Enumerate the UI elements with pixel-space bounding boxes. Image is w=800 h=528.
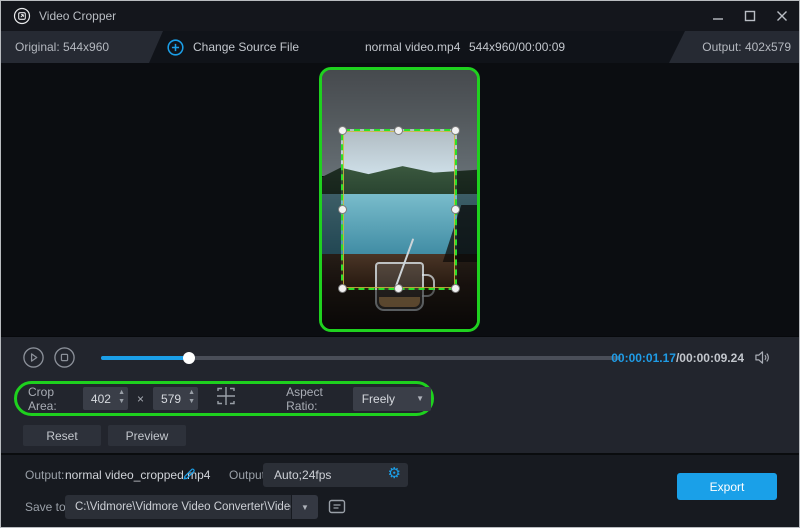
window-title: Video Cropper <box>39 9 117 23</box>
crop-handle-se[interactable] <box>451 284 460 293</box>
minimize-icon[interactable] <box>711 9 725 23</box>
info-bar: Original: 544x960 Change Source File nor… <box>1 31 799 63</box>
save-path-dropdown[interactable]: ▼ <box>292 495 318 519</box>
crop-handle-n[interactable] <box>394 126 403 135</box>
change-source-label: Change Source File <box>193 40 300 54</box>
seek-progress <box>101 356 189 360</box>
spin-down-icon[interactable]: ▼ <box>188 397 195 406</box>
output-panel: Output: normal video_cropped.mp4 Output:… <box>1 453 799 527</box>
original-size-tab: Original: 544x960 <box>1 31 163 63</box>
save-to-label: Save to: <box>25 500 70 514</box>
time-display: 00:00:01.17/00:00:09.24 <box>611 337 744 379</box>
open-folder-icon[interactable] <box>327 497 347 520</box>
source-filename: normal video.mp4 <box>365 40 461 54</box>
crop-handle-ne[interactable] <box>451 126 460 135</box>
preview-button[interactable]: Preview <box>108 425 186 446</box>
format-value: Auto;24fps <box>274 468 332 482</box>
format-select[interactable]: Auto;24fps ⚙ <box>263 463 408 487</box>
current-time: 00:00:01.17 <box>611 351 676 365</box>
crop-height-stepper: ▲ ▼ <box>153 387 199 410</box>
export-button[interactable]: Export <box>677 473 777 500</box>
gear-icon[interactable]: ⚙ <box>388 464 401 482</box>
chevron-down-icon: ▼ <box>301 502 309 512</box>
app-logo-icon <box>13 7 31 25</box>
original-size-label: Original: 544x960 <box>15 40 110 54</box>
player-bar: 00:00:01.17/00:00:09.24 <box>1 337 799 379</box>
crop-selection[interactable] <box>338 126 460 293</box>
plus-circle-icon <box>167 38 184 56</box>
source-dimensions: 544x960/00:00:09 <box>469 40 566 54</box>
crop-height-spinners: ▲ ▼ <box>188 388 195 406</box>
maximize-icon[interactable] <box>743 9 757 23</box>
crop-handle-s[interactable] <box>394 284 403 293</box>
total-time: /00:00:09.24 <box>675 351 744 365</box>
window-controls <box>711 1 789 31</box>
crop-height-input[interactable] <box>153 391 188 406</box>
edit-filename-icon[interactable] <box>181 466 197 487</box>
aspect-ratio-value: Freely <box>361 391 396 406</box>
video-preview <box>319 67 480 332</box>
crop-controls-highlight: Crop Area: ▲ ▼ × ▲ ▼ <box>14 381 434 416</box>
crop-width-stepper: ▲ ▼ <box>82 387 128 410</box>
output-size-label: Output: 402x579 <box>702 40 791 54</box>
crop-area-label: Crop Area: <box>28 384 57 413</box>
spin-up-icon[interactable]: ▲ <box>118 388 125 397</box>
controls-panel: 00:00:01.17/00:00:09.24 Crop Area: ▲ ▼ <box>1 336 799 453</box>
crop-width-spinners: ▲ ▼ <box>118 388 125 406</box>
spin-up-icon[interactable]: ▲ <box>188 388 195 397</box>
output-size-tab: Output: 402x579 <box>669 31 799 63</box>
play-button[interactable] <box>22 346 45 369</box>
titlebar: Video Cropper <box>1 1 799 31</box>
video-stage <box>1 63 799 336</box>
save-path-field[interactable]: C:\Vidmore\Vidmore Video Converter\Video… <box>65 495 291 519</box>
seek-thumb[interactable] <box>183 352 195 364</box>
action-row: Reset Preview <box>1 419 799 454</box>
spin-down-icon[interactable]: ▼ <box>118 397 125 406</box>
save-path-value: C:\Vidmore\Vidmore Video Converter\Video… <box>75 501 291 513</box>
video-cropper-window: Video Cropper Original: 544x960 Change S… <box>0 0 800 528</box>
output-name-label: Output: <box>25 468 65 482</box>
crop-controls-row: Crop Area: ▲ ▼ × ▲ ▼ <box>1 379 799 419</box>
close-icon[interactable] <box>775 9 789 23</box>
multiply-sign: × <box>137 391 145 406</box>
aspect-ratio-label: Aspect Ratio: <box>286 384 323 413</box>
stop-button[interactable] <box>53 346 76 369</box>
crop-handle-e[interactable] <box>451 204 460 214</box>
chevron-down-icon: ▼ <box>416 394 424 403</box>
center-crop-icon[interactable] <box>213 384 239 413</box>
aspect-ratio-select[interactable]: Freely ▼ <box>352 386 431 411</box>
crop-width-input[interactable] <box>82 391 117 406</box>
change-source-button[interactable]: Change Source File <box>167 31 299 63</box>
crop-handle-nw[interactable] <box>338 126 347 135</box>
seek-slider[interactable] <box>101 352 621 364</box>
crop-handle-sw[interactable] <box>338 284 347 293</box>
reset-button[interactable]: Reset <box>23 425 101 446</box>
crop-handle-w[interactable] <box>338 204 347 214</box>
volume-icon[interactable] <box>754 350 771 370</box>
